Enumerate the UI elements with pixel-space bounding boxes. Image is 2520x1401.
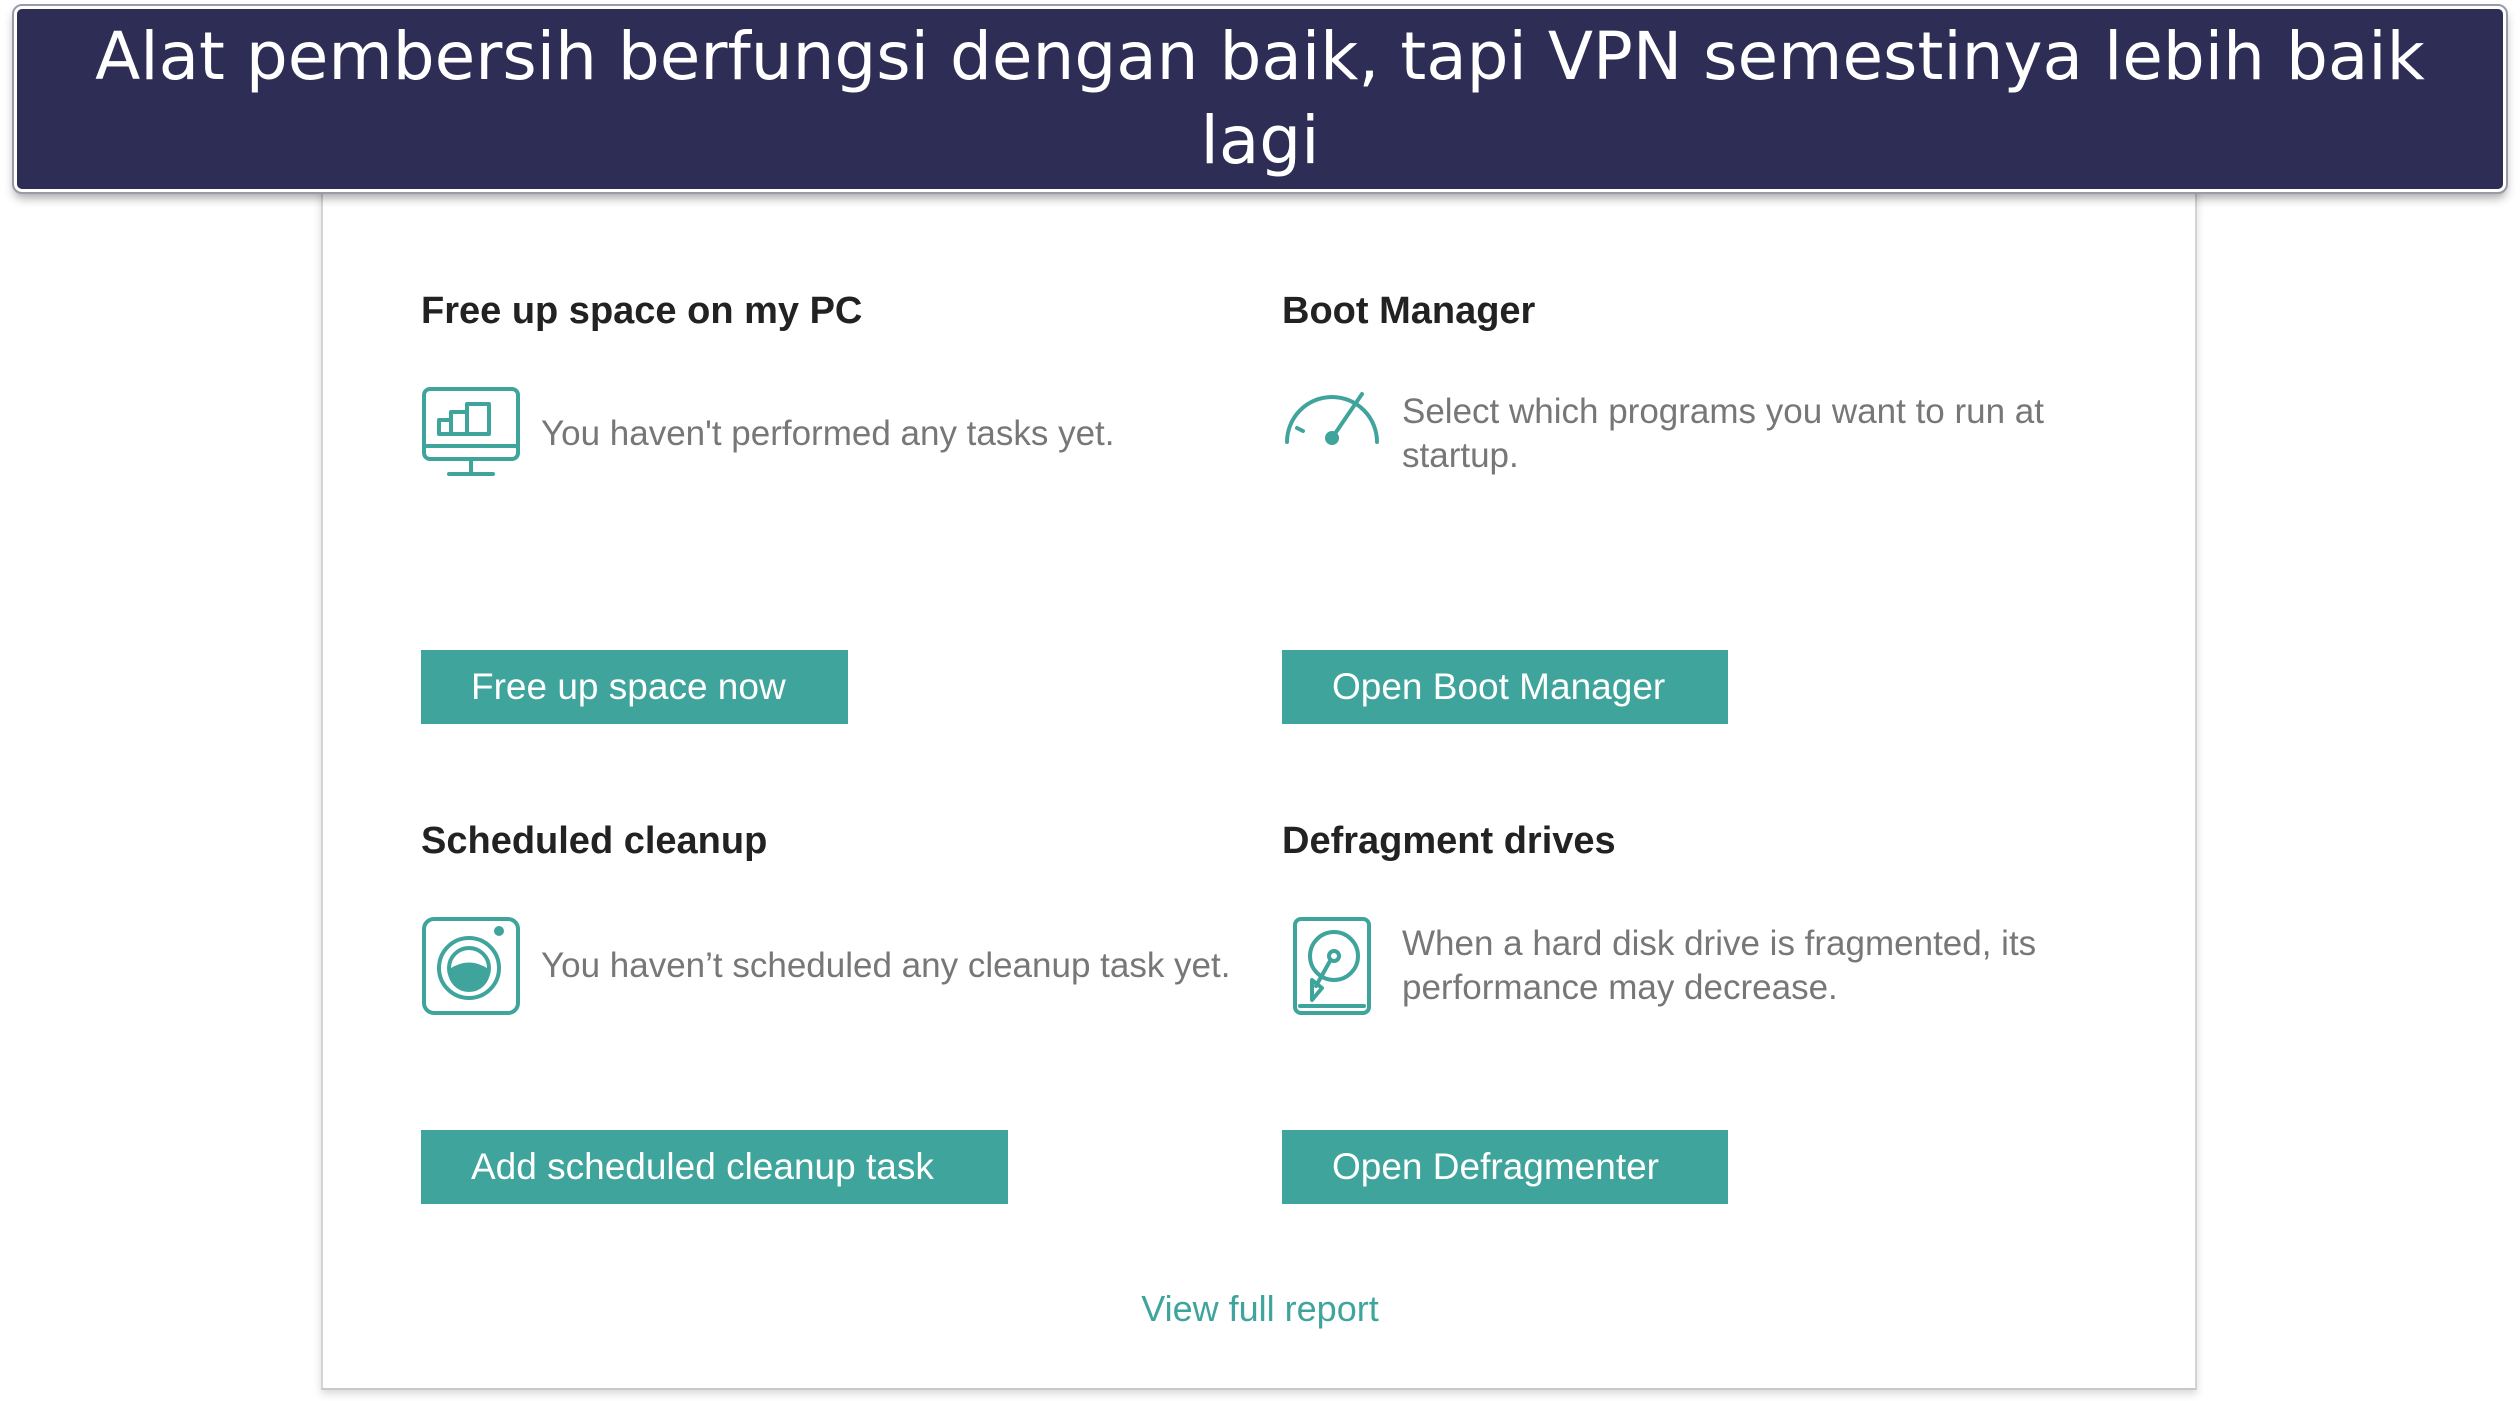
hard-drive-icon bbox=[1292, 916, 1372, 1016]
add-scheduled-cleanup-button[interactable]: Add scheduled cleanup task bbox=[421, 1130, 1008, 1204]
monitor-icon bbox=[421, 384, 521, 484]
open-defragmenter-button[interactable]: Open Defragmenter bbox=[1282, 1130, 1728, 1204]
free-space-title: Free up space on my PC bbox=[421, 290, 863, 332]
washing-machine-icon bbox=[421, 916, 521, 1016]
boot-manager-title: Boot Manager bbox=[1282, 290, 1536, 332]
banner-caption: Alat pembersih berfungsi dengan baik, ta… bbox=[95, 18, 2425, 179]
view-full-report-link[interactable]: View full report bbox=[0, 1288, 2520, 1330]
free-up-space-button[interactable]: Free up space now bbox=[421, 650, 848, 724]
scheduled-cleanup-description: You haven’t scheduled any cleanup task y… bbox=[541, 946, 1231, 985]
defragment-description: When a hard disk drive is fragmented, it… bbox=[1402, 924, 2037, 1007]
speedometer-icon bbox=[1282, 380, 1382, 480]
free-space-description: You haven't performed any tasks yet. bbox=[541, 414, 1115, 453]
scheduled-cleanup-title: Scheduled cleanup bbox=[421, 820, 768, 862]
boot-manager-description: Select which programs you want to run at… bbox=[1402, 392, 2044, 475]
open-boot-manager-button[interactable]: Open Boot Manager bbox=[1282, 650, 1728, 724]
defragment-title: Defragment drives bbox=[1282, 820, 1616, 862]
caption-banner: Alat pembersih berfungsi dengan baik, ta… bbox=[12, 4, 2508, 194]
